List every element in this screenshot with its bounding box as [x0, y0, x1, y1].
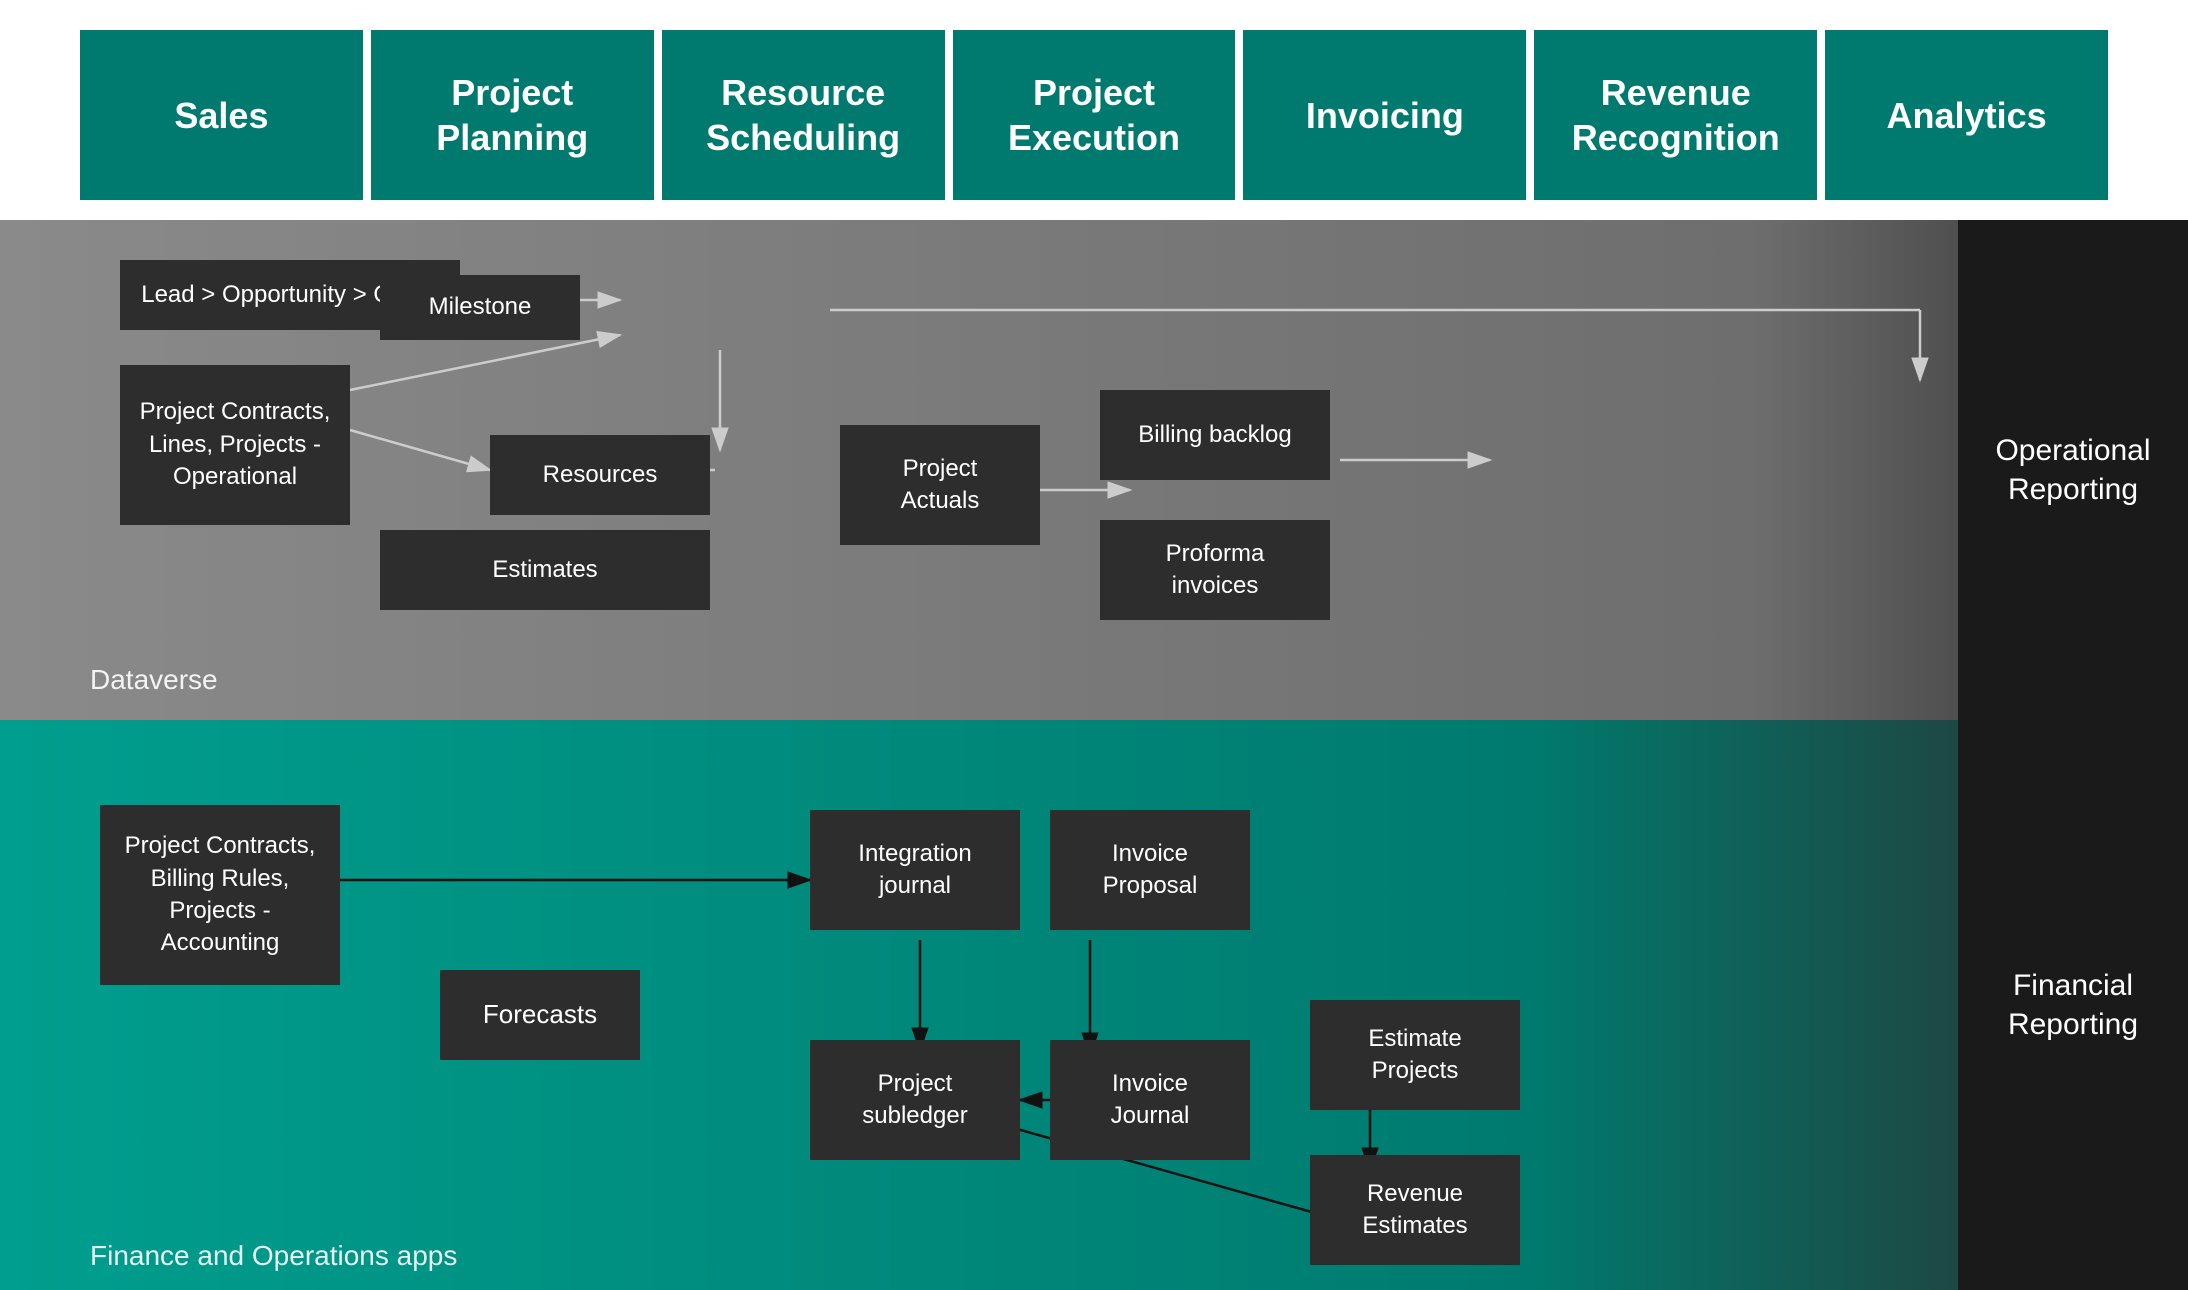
proforma-invoices-box: Proforma invoices: [1100, 520, 1330, 620]
tile-project-execution: Project Execution: [953, 30, 1236, 200]
project-contracts-acc-box: Project Contracts, Billing Rules, Projec…: [100, 805, 340, 985]
tile-analytics: Analytics: [1825, 30, 2108, 200]
financial-reporting-panel: Financial Reporting: [1958, 720, 2188, 1290]
tile-invoicing: Invoicing: [1243, 30, 1526, 200]
project-contracts-op-box: Project Contracts, Lines, Projects - Ope…: [120, 365, 350, 525]
tile-project-planning: Project Planning: [371, 30, 654, 200]
diagram-container: Lead > Opportunity > Quote Project Contr…: [0, 220, 2188, 1290]
invoice-journal-box: Invoice Journal: [1050, 1040, 1250, 1160]
estimates-box: Estimates: [380, 530, 710, 610]
tile-sales: Sales: [80, 30, 363, 200]
operational-reporting-panel: Operational Reporting: [1958, 220, 2188, 720]
dataverse-label: Dataverse: [90, 664, 218, 696]
estimate-projects-box: Estimate Projects: [1310, 1000, 1520, 1110]
project-subledger-box: Project subledger: [810, 1040, 1020, 1160]
project-actuals-box: Project Actuals: [840, 425, 1040, 545]
revenue-estimates-box: Revenue Estimates: [1310, 1155, 1520, 1265]
header-tiles: Sales Project Planning Resource Scheduli…: [0, 0, 2188, 200]
dataverse-section: Lead > Opportunity > Quote Project Contr…: [0, 220, 2188, 720]
tile-revenue-recognition: Revenue Recognition: [1534, 30, 1817, 200]
milestone-box: Milestone: [380, 275, 580, 340]
resources-box: Resources: [490, 435, 710, 515]
forecasts-box: Forecasts: [440, 970, 640, 1060]
invoice-proposal-box: Invoice Proposal: [1050, 810, 1250, 930]
tile-resource-scheduling: Resource Scheduling: [662, 30, 945, 200]
integration-journal-box: Integration journal: [810, 810, 1020, 930]
finance-section: Project Contracts, Billing Rules, Projec…: [0, 720, 2188, 1290]
finance-label: Finance and Operations apps: [90, 1240, 457, 1272]
billing-backlog-box: Billing backlog: [1100, 390, 1330, 480]
